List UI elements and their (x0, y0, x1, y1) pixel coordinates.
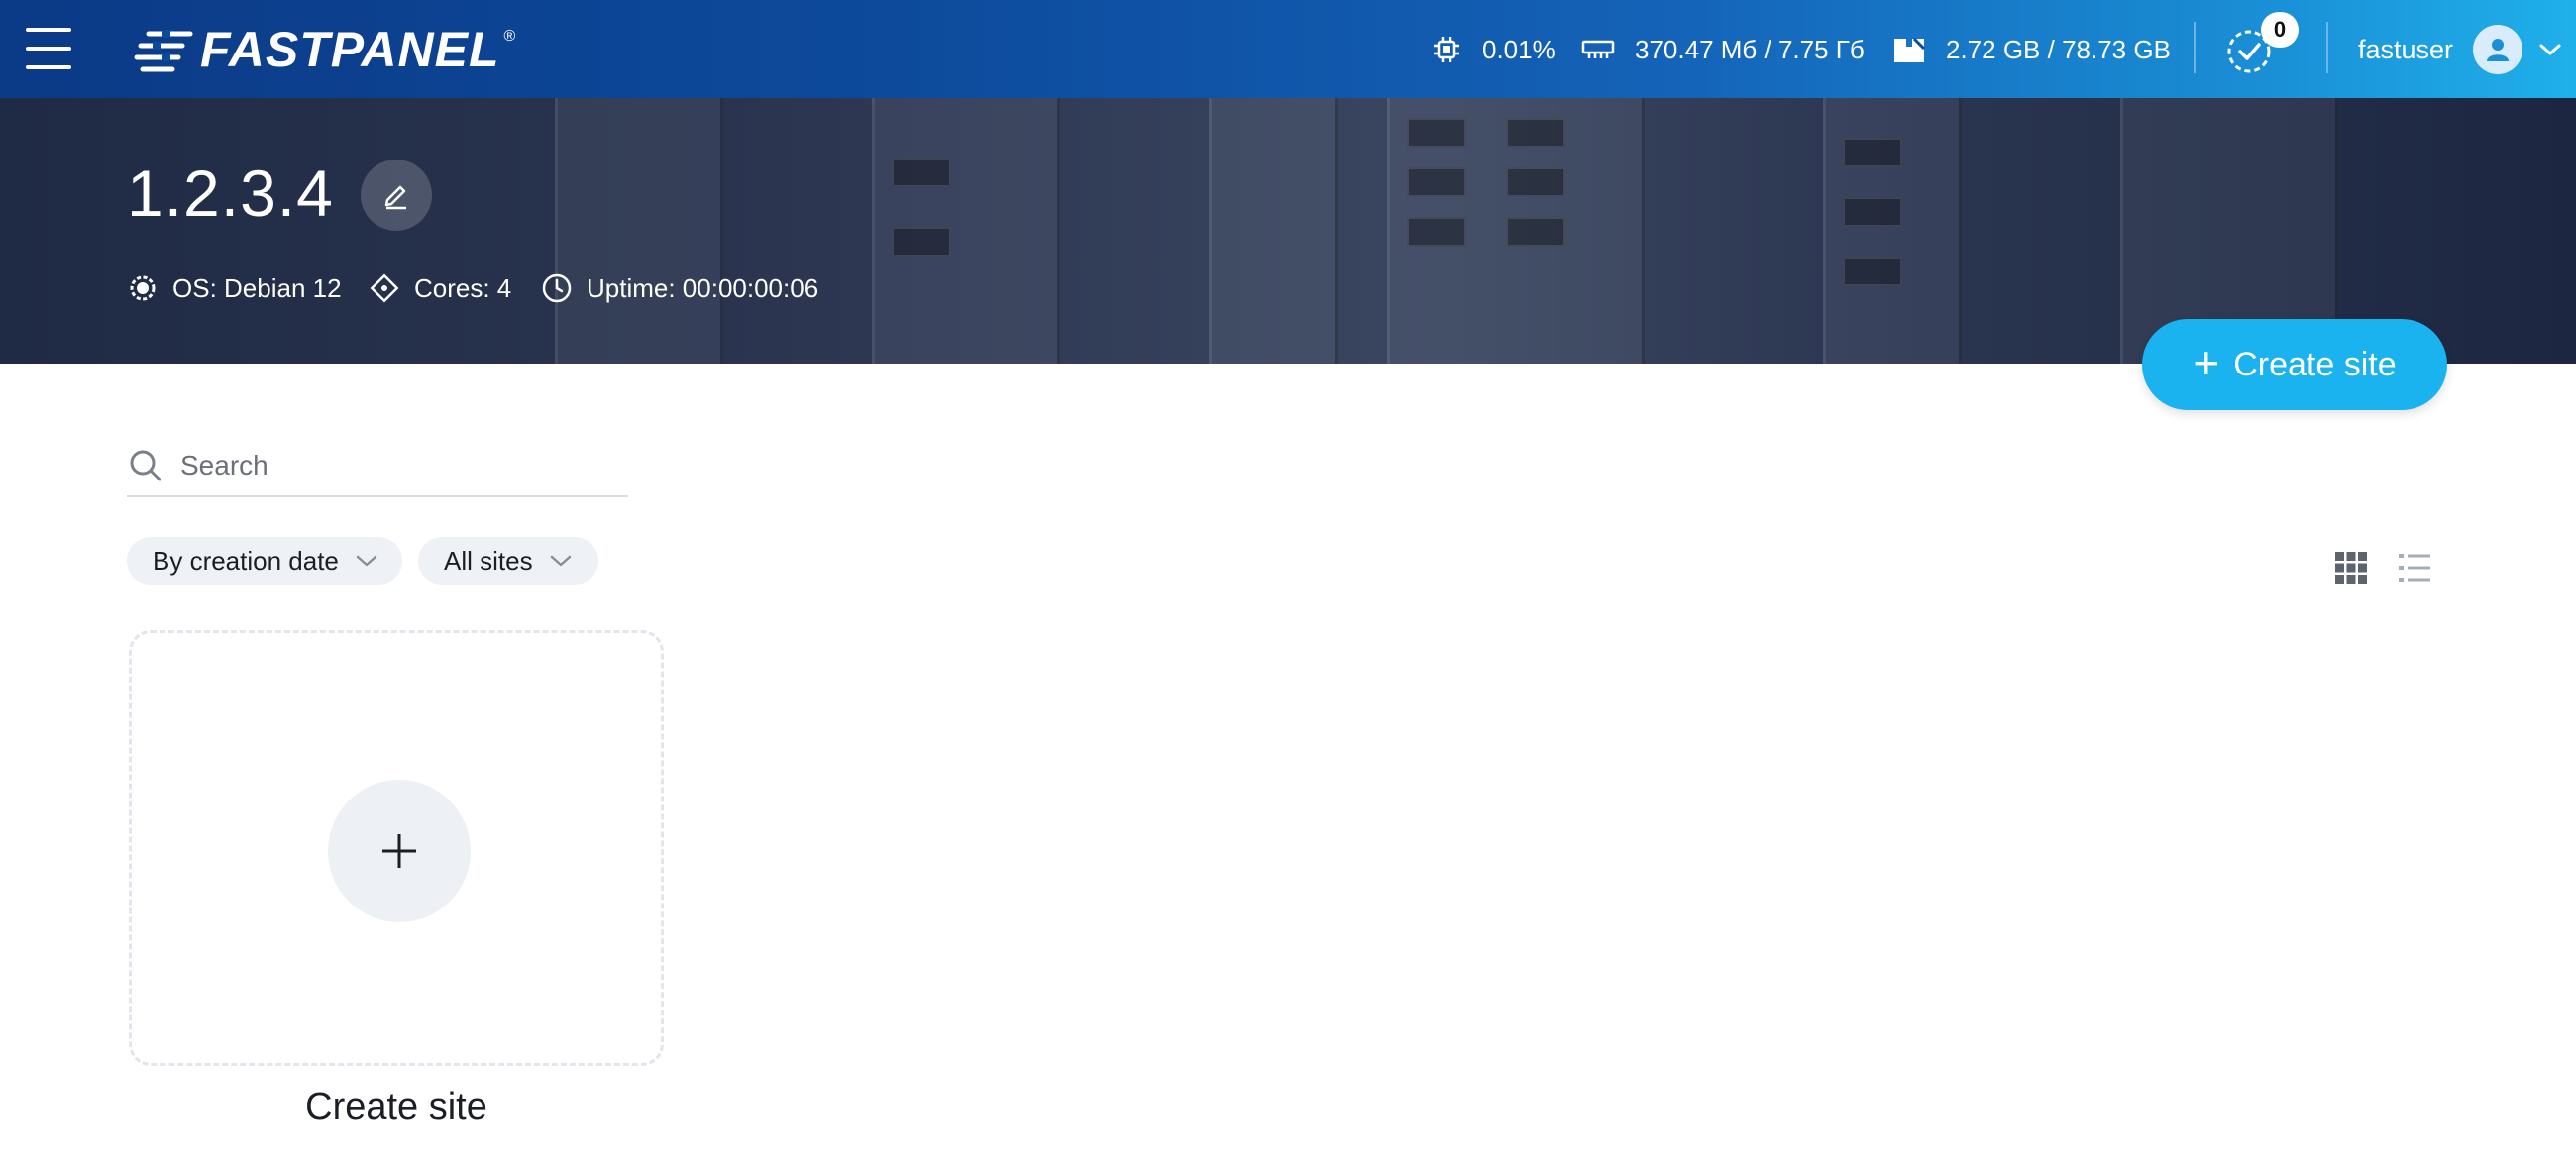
server-cores: Cores: 4 (369, 268, 511, 308)
sites-filter-dropdown[interactable]: All sites (418, 537, 598, 585)
hamburger-menu-icon[interactable] (26, 28, 71, 69)
search-input[interactable] (180, 450, 596, 481)
tasks-count-badge: 0 (2261, 12, 2299, 48)
hero-bg-rack (1209, 98, 1338, 364)
hero-bg-slot (892, 158, 951, 187)
plus-icon (382, 834, 416, 868)
logo-text: FASTPANEL (200, 22, 500, 77)
create-site-card-label: Create site (305, 1086, 487, 1127)
create-site-button-label: Create site (2233, 345, 2397, 383)
hero-bg-slot (1506, 167, 1565, 197)
hero-bg-rack (555, 98, 723, 364)
user-avatar-icon (2473, 25, 2523, 74)
grid-view-icon[interactable] (2334, 551, 2368, 585)
list-view-icon[interactable] (2398, 551, 2431, 585)
hero-bg-slot (1843, 197, 1902, 227)
hero-bg-slot (1843, 138, 1902, 167)
topbar-divider (2326, 22, 2328, 73)
hero-bg-slot (1407, 118, 1466, 148)
server-uptime-label: Uptime: 00:00:00:06 (587, 272, 819, 303)
chevron-down-icon (550, 555, 571, 567)
top-bar: FASTPANEL ® 0.01% 370.47 Мб / 7.75 Гб 2.… (0, 0, 2576, 98)
disk-icon (1894, 37, 1926, 62)
diamond-icon (370, 273, 399, 303)
hero-bg-slot (1407, 217, 1466, 247)
chevron-down-icon (2539, 44, 2561, 55)
disk-usage: 2.72 GB / 78.73 GB (1892, 30, 2171, 69)
create-site-button[interactable]: + Create site (2142, 319, 2447, 410)
search-icon (130, 450, 161, 481)
hero-bg-slot (1506, 118, 1565, 148)
search-field[interactable] (127, 436, 628, 497)
logo-registered-mark: ® (503, 28, 516, 45)
cpu-usage: 0.01% (1431, 30, 1556, 69)
sort-dropdown[interactable]: By creation date (127, 537, 402, 585)
chevron-down-icon (356, 555, 377, 567)
sort-dropdown-value: By creation date (153, 545, 339, 576)
create-site-card[interactable] (129, 630, 664, 1066)
plus-icon: + (2193, 337, 2220, 388)
pencil-icon (384, 185, 406, 210)
hero-bg-slot (1407, 167, 1466, 197)
hero-bg-slot (1506, 217, 1565, 247)
server-cores-label: Cores: 4 (414, 272, 512, 303)
sites-filter-value: All sites (444, 545, 533, 576)
clock-icon (542, 273, 572, 303)
fastpanel-logo[interactable]: FASTPANEL ® (133, 22, 515, 77)
hero-bg-slot (892, 227, 951, 257)
create-site-card-button[interactable] (328, 780, 471, 922)
ram-usage: 370.47 Мб / 7.75 Гб (1581, 30, 1865, 69)
cpu-icon (1434, 37, 1459, 62)
gear-icon (130, 275, 156, 301)
server-name: 1.2.3.4 (127, 157, 334, 230)
edit-server-name-button[interactable] (361, 160, 432, 231)
server-os-label: OS: Debian 12 (172, 272, 342, 303)
username: fastuser (2358, 34, 2454, 64)
topbar-divider (2194, 22, 2196, 73)
logo-mark-icon (134, 30, 193, 72)
hero-bg-slot (1843, 257, 1902, 286)
memory-icon (1581, 40, 1615, 58)
server-uptime: Uptime: 00:00:00:06 (541, 268, 818, 308)
cpu-usage-value: 0.01% (1482, 34, 1556, 64)
disk-usage-value: 2.72 GB / 78.73 GB (1946, 34, 2171, 64)
user-menu[interactable]: fastuser (2358, 22, 2562, 77)
server-os: OS: Debian 12 (127, 268, 342, 308)
ram-usage-value: 370.47 Мб / 7.75 Гб (1635, 34, 1865, 64)
